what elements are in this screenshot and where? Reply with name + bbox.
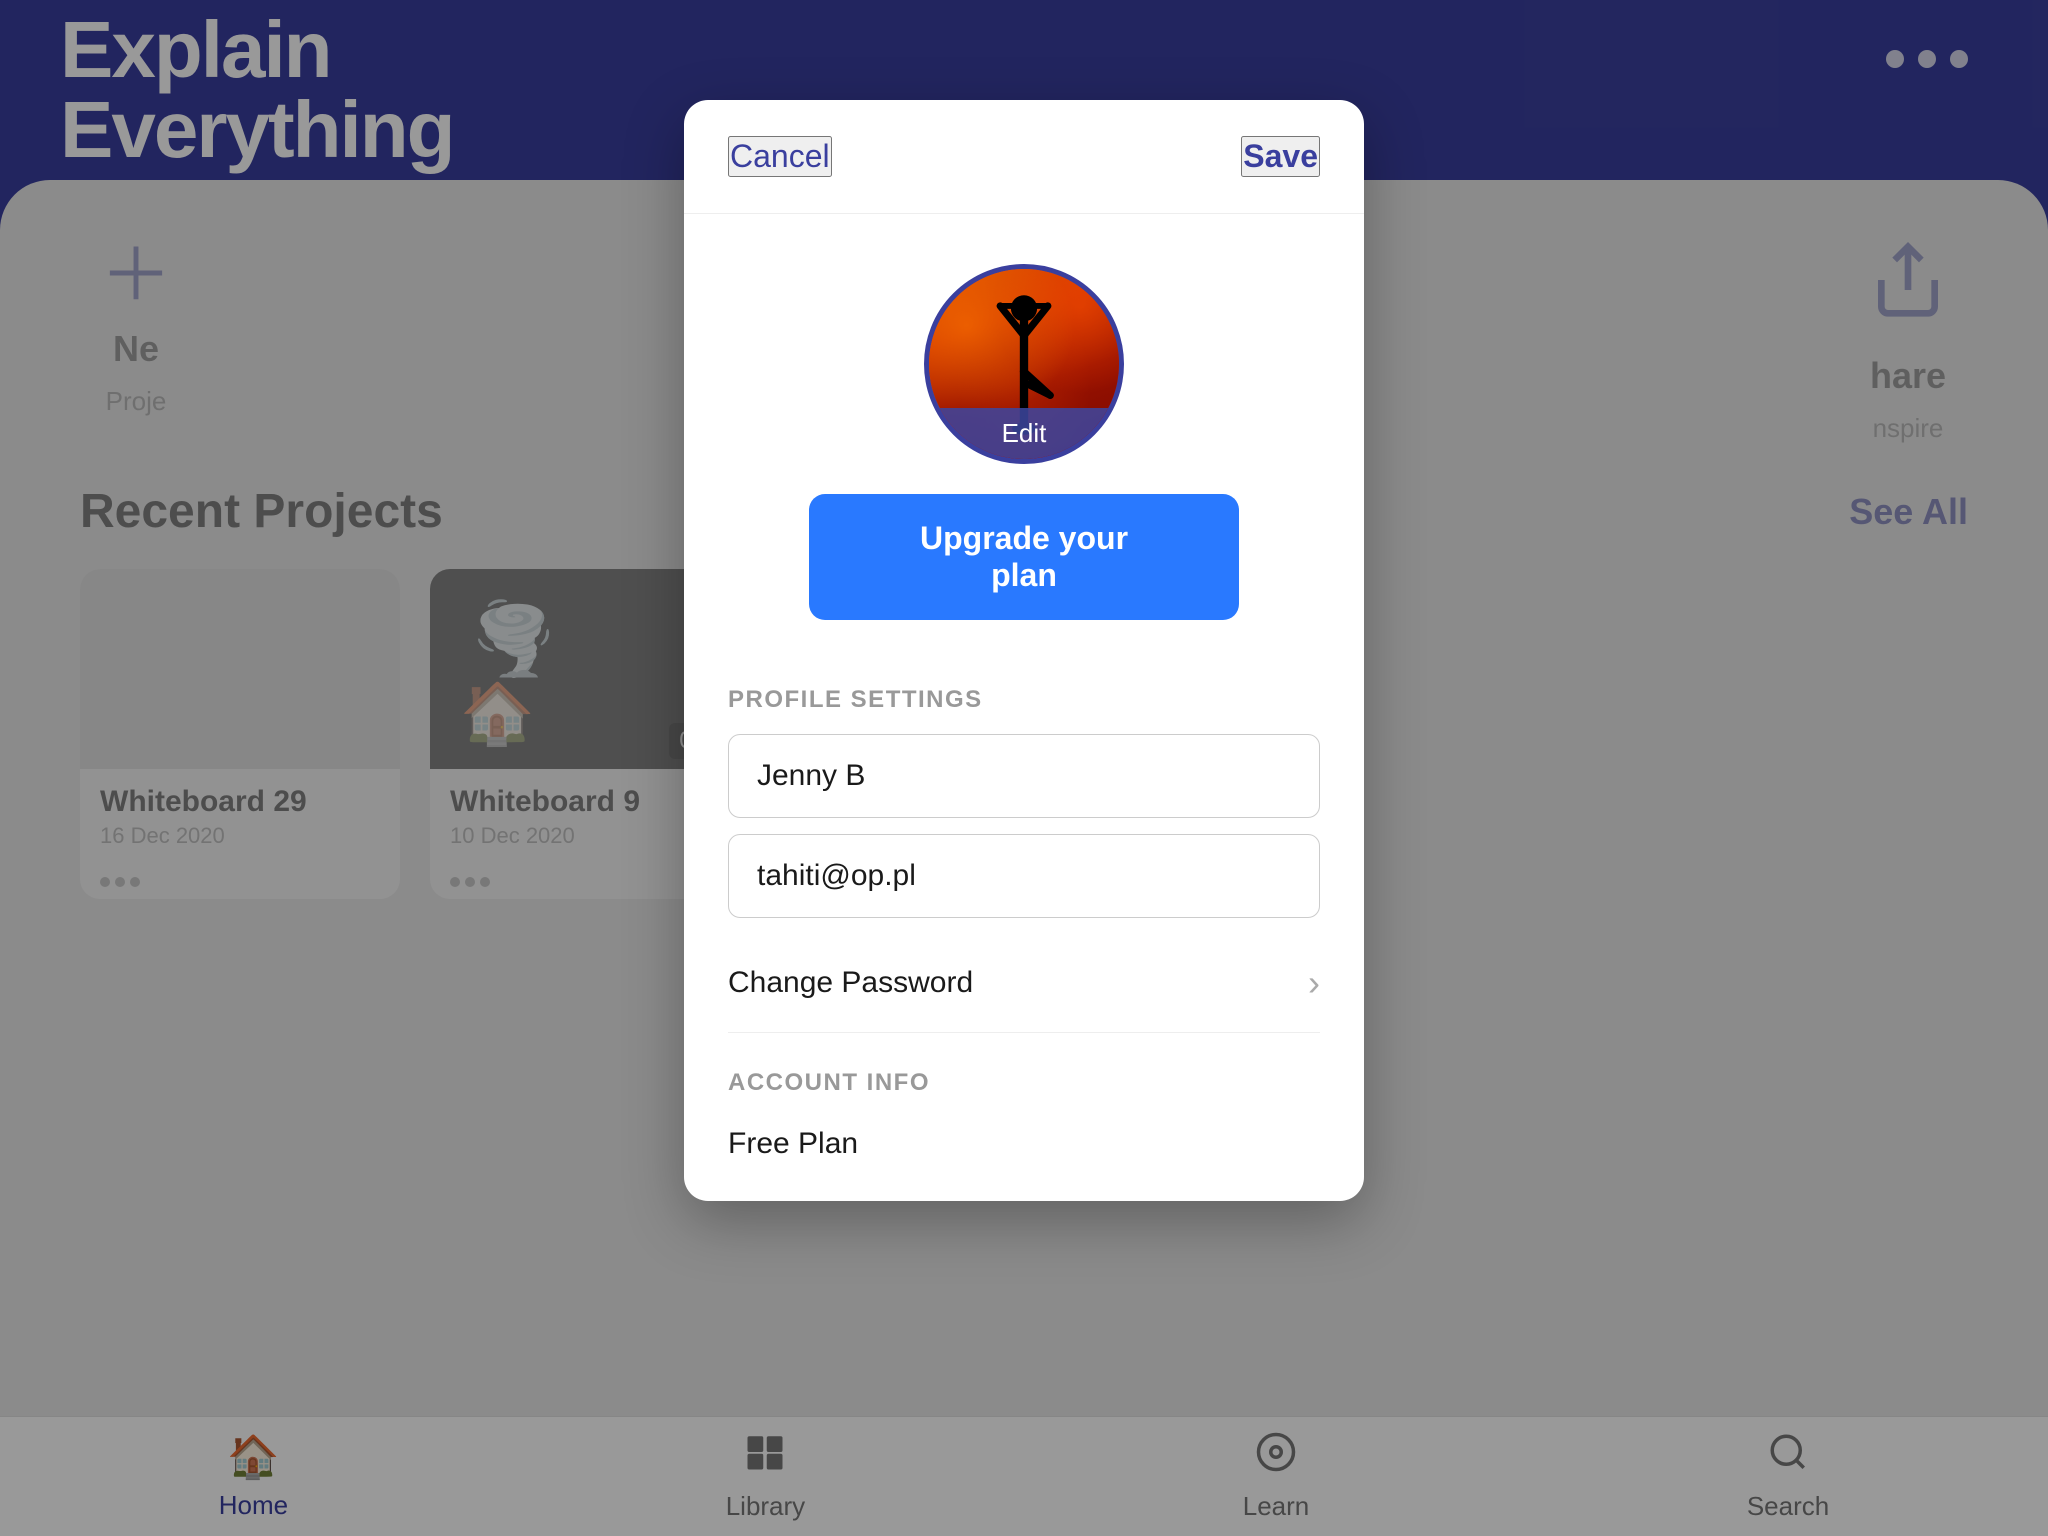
cancel-button[interactable]: Cancel bbox=[728, 136, 832, 177]
account-info-section: ACCOUNT INFO Free Plan bbox=[728, 1069, 1320, 1161]
modal-header: Cancel Save bbox=[684, 100, 1364, 214]
modal-overlay: Cancel Save bbox=[0, 0, 2048, 1536]
name-input[interactable] bbox=[728, 734, 1320, 818]
chevron-right-icon: › bbox=[1308, 962, 1320, 1004]
avatar-circle: Edit bbox=[924, 264, 1124, 464]
modal-body: PROFILE SETTINGS Change Password › ACCOU… bbox=[684, 686, 1364, 1201]
change-password-label: Change Password bbox=[728, 966, 973, 1000]
avatar-wrapper[interactable]: Edit bbox=[924, 264, 1124, 464]
avatar-edit-label[interactable]: Edit bbox=[929, 408, 1119, 459]
change-password-row[interactable]: Change Password › bbox=[728, 934, 1320, 1033]
profile-modal: Cancel Save bbox=[684, 100, 1364, 1201]
email-input[interactable] bbox=[728, 834, 1320, 918]
profile-settings-label: PROFILE SETTINGS bbox=[728, 686, 1320, 714]
save-button[interactable]: Save bbox=[1241, 136, 1320, 177]
avatar-section: Edit Upgrade your plan bbox=[684, 214, 1364, 650]
upgrade-button[interactable]: Upgrade your plan bbox=[809, 494, 1239, 620]
account-info-label: ACCOUNT INFO bbox=[728, 1069, 1320, 1097]
free-plan-label: Free Plan bbox=[728, 1117, 1320, 1161]
